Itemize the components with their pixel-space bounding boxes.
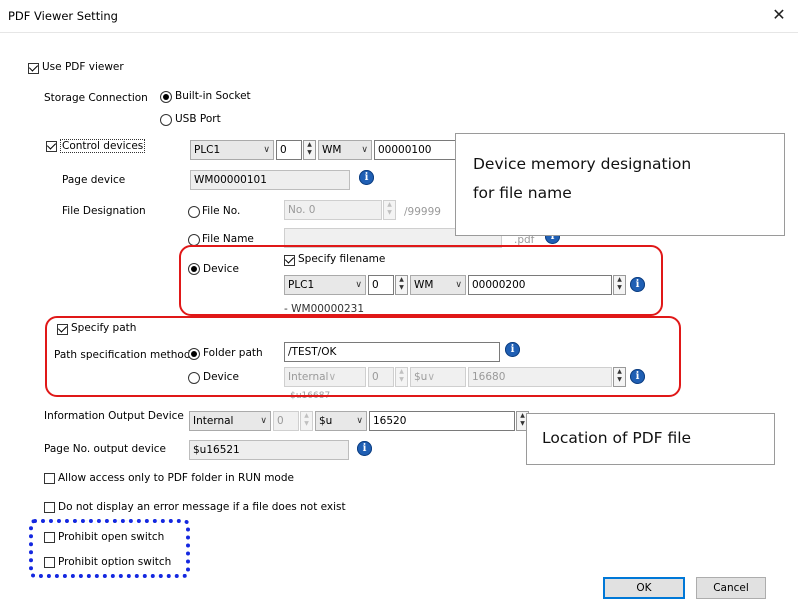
chevron-down-icon: ∨ — [361, 145, 368, 155]
file-no-spinner: ▲ ▼ — [383, 200, 396, 220]
filename-highlight-box — [179, 245, 663, 316]
page-no-output-label: Page No. output device — [44, 443, 166, 455]
control-devices-plc-select[interactable]: PLC1 ∨ — [190, 140, 274, 160]
file-no-prefix: No. — [288, 204, 306, 216]
ok-button[interactable]: OK — [603, 577, 685, 599]
device-memory-callout: Device memory designation for file name — [455, 133, 785, 236]
no-error-message-label: Do not display an error message if a fil… — [58, 501, 346, 513]
control-devices-plc-value: PLC1 — [194, 144, 221, 156]
usb-port-label: USB Port — [175, 113, 221, 125]
file-no-max: /99999 — [404, 206, 441, 218]
page-device-field: WM00000101 — [190, 170, 350, 190]
title-bar — [0, 0, 798, 33]
device-memory-callout-line2: for file name — [473, 184, 572, 202]
location-callout: Location of PDF file — [526, 413, 775, 465]
info-output-plc-value: Internal — [193, 415, 234, 427]
file-no-radio[interactable] — [188, 206, 200, 218]
built-in-socket-radio[interactable] — [160, 91, 172, 103]
info-output-type-select[interactable]: $u ∨ — [315, 411, 367, 431]
info-output-address-input[interactable]: 16520 — [369, 411, 515, 431]
info-output-station-input: 0 — [273, 411, 299, 431]
control-devices-address-input[interactable]: 00000100 — [374, 140, 464, 160]
file-no-value: 0 — [308, 204, 316, 216]
chevron-down-icon: ∨ — [263, 145, 270, 155]
file-name-label: File Name — [202, 233, 254, 245]
close-icon[interactable]: ✕ — [770, 6, 788, 24]
path-highlight-box — [45, 316, 681, 397]
built-in-socket-label: Built-in Socket — [175, 90, 251, 102]
control-devices-type-select[interactable]: WM ∨ — [318, 140, 372, 160]
control-devices-station-spinner[interactable]: ▲ ▼ — [303, 140, 316, 160]
info-output-label: Information Output Device — [44, 410, 184, 422]
file-designation-label: File Designation — [62, 205, 146, 217]
device-memory-callout-line1: Device memory designation — [473, 155, 692, 173]
cancel-button[interactable]: Cancel — [696, 577, 766, 599]
dialog-title: PDF Viewer Setting — [8, 9, 118, 23]
info-icon[interactable]: i — [357, 441, 372, 456]
control-devices-type-value: WM — [322, 144, 342, 156]
location-callout-text: Location of PDF file — [542, 429, 692, 447]
use-pdf-viewer-label: Use PDF viewer — [42, 61, 124, 73]
use-pdf-viewer-checkbox[interactable] — [28, 63, 39, 74]
info-output-type-value: $u — [319, 415, 333, 427]
page-device-label: Page device — [62, 174, 126, 186]
control-devices-label: Control devices — [60, 139, 146, 153]
allow-access-checkbox[interactable] — [44, 473, 55, 484]
storage-connection-label: Storage Connection — [44, 92, 148, 104]
file-no-input: No. 0 — [284, 200, 382, 220]
control-devices-station-input[interactable]: 0 — [276, 140, 302, 160]
no-error-message-checkbox[interactable] — [44, 502, 55, 513]
control-devices-checkbox[interactable] — [46, 141, 57, 152]
chevron-down-icon: ∨ — [356, 416, 363, 426]
info-output-plc-select[interactable]: Internal ∨ — [189, 411, 271, 431]
file-no-label: File No. — [202, 205, 241, 217]
usb-port-radio[interactable] — [160, 114, 172, 126]
page-no-output-field: $u16521 — [189, 440, 349, 460]
info-icon[interactable]: i — [359, 170, 374, 185]
allow-access-label: Allow access only to PDF folder in RUN m… — [58, 472, 294, 484]
info-output-station-spinner: ▲ ▼ — [300, 411, 313, 431]
chevron-down-icon: ∨ — [260, 416, 267, 426]
prohibit-switch-highlight-box — [29, 519, 190, 578]
